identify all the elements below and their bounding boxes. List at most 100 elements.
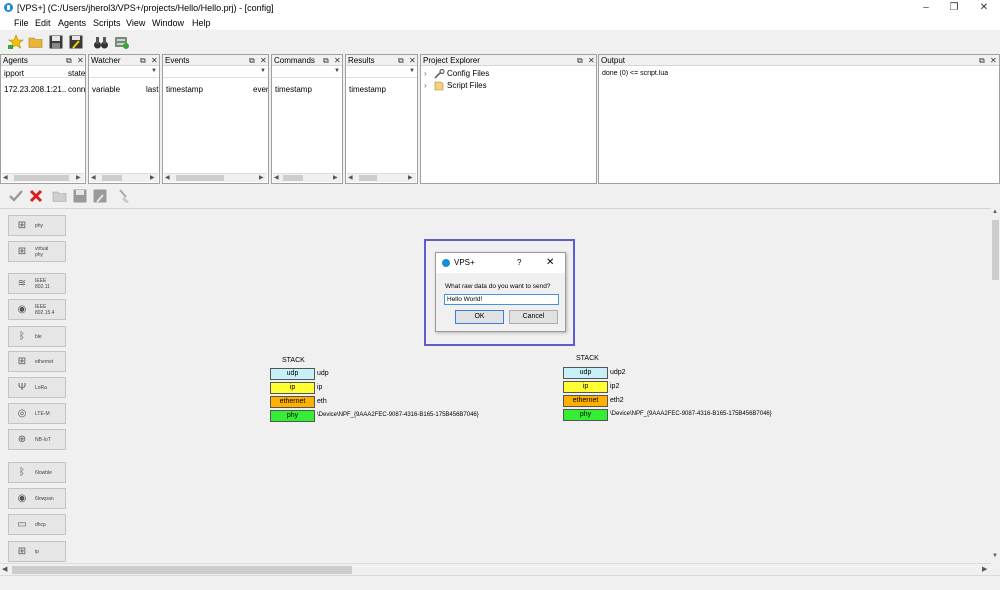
maximize-button[interactable]: ❐	[940, 1, 968, 15]
horizontal-scrollbar[interactable]: ◀ ▶	[90, 173, 158, 182]
scroll-right-arrow[interactable]: ▶	[333, 174, 338, 183]
check-icon[interactable]	[8, 188, 24, 204]
delete-icon[interactable]	[28, 188, 44, 204]
palette-6lowpan[interactable]: ◉ 6lowpan	[8, 488, 66, 509]
scroll-right-arrow[interactable]: ▶	[408, 174, 413, 183]
menu-scripts[interactable]: Scripts	[93, 18, 121, 28]
close-icon[interactable]: ✕	[260, 55, 267, 66]
palette-ethernet[interactable]: ⊞ ethernet	[8, 351, 66, 372]
palette-dhcp[interactable]: ▭ dhcp	[8, 514, 66, 535]
commands-filter-dropdown[interactable]	[272, 66, 342, 78]
scroll-thumb[interactable]	[14, 175, 69, 181]
minimize-button[interactable]: –	[912, 1, 940, 15]
chevron-down-icon[interactable]: ▼	[151, 68, 157, 74]
palette-ble[interactable]: ᛒ ble	[8, 326, 66, 347]
palette-ieee-802-11[interactable]: ≋ IEEE 802.11	[8, 273, 66, 294]
float-icon[interactable]: ⧉	[577, 55, 583, 66]
scroll-right-arrow[interactable]: ▶	[76, 174, 81, 183]
tree-item-config-files[interactable]: › Config Files	[424, 69, 584, 80]
open-folder-icon[interactable]	[28, 34, 44, 50]
scroll-thumb[interactable]	[176, 175, 224, 181]
scroll-left-arrow[interactable]: ◀	[3, 174, 8, 183]
column-header-timestamp[interactable]: timestamp	[349, 85, 386, 94]
scroll-up-arrow[interactable]: ▲	[992, 209, 998, 215]
agent-state-cell[interactable]: conn	[68, 85, 85, 94]
raw-data-input[interactable]: Hello World!	[444, 294, 559, 305]
column-header-ipport[interactable]: ipport	[4, 69, 24, 78]
scroll-thumb[interactable]	[12, 566, 352, 574]
layer-phy[interactable]: phy	[270, 410, 315, 422]
palette-lora[interactable]: Ψ LoRa	[8, 377, 66, 398]
menu-edit[interactable]: Edit	[35, 18, 51, 28]
column-header-timestamp[interactable]: timestamp	[166, 85, 203, 94]
layer-phy[interactable]: phy	[563, 409, 608, 421]
column-header-last[interactable]: last	[146, 85, 159, 94]
menu-view[interactable]: View	[126, 18, 145, 28]
scroll-down-arrow[interactable]: ▼	[992, 553, 998, 559]
results-filter-dropdown[interactable]	[346, 66, 417, 78]
palette-phy[interactable]: ⊞ phy	[8, 215, 66, 236]
palette-ip[interactable]: ⊞ ip	[8, 541, 66, 562]
layer-ip[interactable]: ip	[563, 381, 608, 393]
column-header-timestamp[interactable]: timestamp	[275, 85, 312, 94]
scroll-thumb[interactable]	[359, 175, 377, 181]
layer-ethernet[interactable]: ethernet	[563, 395, 608, 407]
column-header-state[interactable]: state	[68, 69, 85, 78]
tree-item-script-files[interactable]: › Script Files	[424, 81, 584, 92]
palette-nb-iot[interactable]: ⊕ NB-IoT	[8, 429, 66, 450]
scroll-right-arrow[interactable]: ▶	[982, 565, 987, 573]
close-icon[interactable]: ✕	[151, 55, 158, 66]
scroll-right-arrow[interactable]: ▶	[259, 174, 264, 183]
horizontal-scrollbar[interactable]: ◀ ▶	[2, 173, 84, 182]
float-icon[interactable]: ⧉	[140, 55, 146, 66]
scroll-left-arrow[interactable]: ◀	[348, 174, 353, 183]
float-icon[interactable]: ⧉	[398, 55, 404, 66]
scroll-left-arrow[interactable]: ◀	[2, 565, 7, 573]
column-header-variable[interactable]: variable	[92, 85, 120, 94]
chevron-right-icon[interactable]: ›	[424, 69, 427, 78]
close-icon[interactable]: ✕	[334, 55, 341, 66]
close-window-button[interactable]: ✕	[970, 1, 998, 15]
save-all-icon[interactable]	[92, 188, 108, 204]
horizontal-scrollbar[interactable]: ◀ ▶	[273, 173, 341, 182]
palette-6lowble[interactable]: ᛒ 6lowble	[8, 462, 66, 483]
vertical-scrollbar[interactable]: ▲ ▼	[991, 208, 1000, 563]
help-button[interactable]: ?	[517, 258, 521, 267]
chevron-down-icon[interactable]: ▼	[334, 68, 340, 74]
ok-button[interactable]: OK	[455, 310, 504, 324]
new-project-icon[interactable]	[8, 34, 24, 50]
scroll-left-arrow[interactable]: ◀	[165, 174, 170, 183]
scroll-right-arrow[interactable]: ▶	[150, 174, 155, 183]
close-icon[interactable]: ✕	[990, 55, 997, 66]
layer-udp[interactable]: udp	[270, 368, 315, 380]
menu-help[interactable]: Help	[192, 18, 211, 28]
menu-window[interactable]: Window	[152, 18, 184, 28]
agent-ipport-cell[interactable]: 172.23.208.1:21...	[4, 85, 66, 94]
chevron-down-icon[interactable]: ▼	[409, 68, 415, 74]
scroll-thumb[interactable]	[102, 175, 122, 181]
scroll-thumb[interactable]	[283, 175, 303, 181]
layer-ethernet[interactable]: ethernet	[270, 396, 315, 408]
chevron-down-icon[interactable]: ▼	[260, 68, 266, 74]
broom-icon[interactable]	[117, 188, 133, 204]
close-icon[interactable]: ✕	[409, 55, 416, 66]
save-icon[interactable]	[72, 188, 88, 204]
menu-agents[interactable]: Agents	[58, 18, 86, 28]
horizontal-scrollbar[interactable]: ◀ ▶	[347, 173, 416, 182]
close-icon[interactable]: ✕	[588, 55, 595, 66]
binoculars-icon[interactable]	[93, 34, 109, 50]
open-folder-icon[interactable]	[52, 188, 68, 204]
column-header-event[interactable]: ever	[253, 85, 268, 94]
float-icon[interactable]: ⧉	[66, 55, 72, 66]
layer-udp[interactable]: udp	[563, 367, 608, 379]
watcher-filter-dropdown[interactable]	[89, 66, 159, 78]
layer-ip[interactable]: ip	[270, 382, 315, 394]
scroll-left-arrow[interactable]: ◀	[91, 174, 96, 183]
chevron-right-icon[interactable]: ›	[424, 81, 427, 90]
dialog-close-button[interactable]: ✕	[546, 257, 554, 268]
float-icon[interactable]: ⧉	[323, 55, 329, 66]
float-icon[interactable]: ⧉	[249, 55, 255, 66]
menu-file[interactable]: File	[14, 18, 29, 28]
float-icon[interactable]: ⧉	[979, 55, 985, 66]
horizontal-scrollbar[interactable]: ◀ ▶	[0, 563, 991, 575]
